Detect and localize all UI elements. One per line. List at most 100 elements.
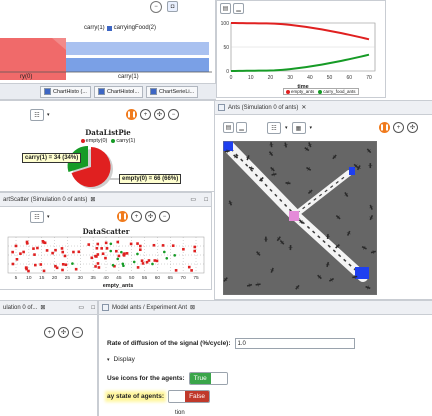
pause-icon[interactable]: ❚❚: [126, 109, 137, 120]
scatter-point: [122, 254, 126, 257]
scatter-point: [173, 254, 177, 257]
layout-icon[interactable]: ▤: [223, 122, 234, 133]
scatter-point: [136, 252, 139, 256]
scatter-point: [96, 253, 100, 256]
ants-window: Ants (Simulation 0 of ants) ✕ ▤ ▁ ☷ ▾ ▦ …: [214, 100, 432, 300]
fit-icon[interactable]: ✣: [407, 122, 418, 133]
maximize-icon[interactable]: □: [91, 305, 95, 311]
fit-icon[interactable]: ✣: [154, 109, 165, 120]
x-tick-label: 60: [347, 75, 353, 81]
display-menu-icon[interactable]: ☷: [30, 109, 44, 121]
zoom-out-icon[interactable]: −: [159, 211, 170, 222]
x-label-carry: carry(1): [118, 74, 139, 80]
chevron-down-icon[interactable]: ▾: [285, 125, 288, 131]
scatter-point: [64, 263, 68, 267]
state-toggle[interactable]: False: [168, 390, 210, 403]
view-icon[interactable]: ▦: [291, 122, 306, 134]
scatter-point: [136, 242, 139, 245]
scatter-point: [125, 252, 129, 255]
scatter-toolbar: ☷ ▾: [30, 211, 50, 223]
icons-label: Use icons for the agents:: [107, 375, 185, 382]
parameters-titlebar: Model ants / Experiment Ant ⊠: [99, 301, 432, 315]
pie-panel: ☷ ▾ ❚❚ + ✣ − DataListPie empty(0) carry(…: [0, 100, 216, 192]
zoom-out-icon[interactable]: −: [150, 1, 162, 13]
scatter-point: [90, 256, 94, 260]
save-icon[interactable]: ▁: [236, 122, 247, 133]
layout-icon[interactable]: ▤: [220, 3, 231, 14]
partial-label: tion: [175, 410, 185, 416]
ants-toolbar: ▤ ▁: [223, 122, 247, 133]
bottom-left-tab[interactable]: ulation 0 of...: [3, 305, 37, 311]
scatter-point: [11, 250, 14, 254]
close-icon[interactable]: ⊠: [90, 196, 95, 203]
minimize-icon[interactable]: ▭: [190, 196, 196, 203]
scatter-point: [104, 256, 107, 260]
maximize-icon[interactable]: □: [204, 197, 208, 203]
nest: [289, 211, 299, 221]
x-tick-label: 15: [39, 275, 45, 281]
tab-chart-histo[interactable]: ChartHisto (...: [40, 85, 91, 98]
x-tick-label: 50: [129, 275, 135, 281]
zoom-in-icon[interactable]: +: [393, 122, 404, 133]
pause-icon[interactable]: ❚❚: [117, 211, 128, 222]
tab-chart-serieli[interactable]: ChartSerieLi...: [146, 85, 199, 98]
layers-icon[interactable]: ☷: [267, 122, 281, 134]
scatter-point: [36, 246, 39, 250]
state-row: ay state of agents: False: [107, 390, 210, 403]
scatter-point: [97, 266, 101, 269]
scatter-point: [163, 250, 166, 254]
snapshot-icon[interactable]: ◘: [167, 1, 178, 12]
minimize-icon[interactable]: ▭: [78, 304, 84, 311]
icons-toggle[interactable]: True: [188, 372, 228, 385]
chevron-down-icon[interactable]: ▾: [310, 125, 313, 131]
zoom-in-icon[interactable]: +: [44, 327, 55, 338]
tab-chart-histoi[interactable]: ChartHistoI...: [93, 85, 144, 98]
pause-icon[interactable]: ❚❚: [379, 122, 390, 133]
fit-icon[interactable]: ✣: [58, 327, 69, 338]
scatter-point: [94, 254, 97, 258]
pie-label-empty: empty(0) = 66 (66%): [119, 174, 182, 184]
scatter-point: [63, 254, 67, 258]
chevron-down-icon[interactable]: ▾: [47, 214, 50, 220]
scatter-point: [140, 259, 144, 263]
parameters-tab[interactable]: Model ants / Experiment Ant: [112, 305, 187, 311]
y-tick-label: 100: [221, 21, 230, 27]
histogram-panel: − ◘ carry(1) carryingFood(2) ry(0) carry…: [0, 0, 216, 84]
close-icon[interactable]: ✕: [301, 104, 306, 111]
close-icon[interactable]: ⊠: [190, 304, 195, 311]
scatter-point: [54, 248, 57, 252]
x-label-empty: ry(0): [20, 74, 33, 80]
scatter-point: [101, 252, 105, 256]
pie-toolbar: ☷ ▾: [30, 109, 50, 121]
display-menu-icon[interactable]: ☷: [30, 211, 44, 223]
chevron-down-icon[interactable]: ▾: [47, 112, 50, 118]
scatter-point: [61, 250, 65, 254]
x-tick-label: 25: [65, 275, 71, 281]
scatter-point: [74, 267, 78, 271]
state-toggle-knob: [169, 391, 186, 402]
zoom-out-icon[interactable]: −: [168, 109, 179, 120]
scatter-point: [60, 247, 64, 250]
diffusion-input[interactable]: 1.0: [234, 338, 355, 349]
ants-window-title: Ants (Simulation 0 of ants): [228, 104, 299, 111]
scatter-point: [45, 249, 49, 252]
close-icon[interactable]: ⊠: [40, 304, 45, 311]
scatter-point: [174, 269, 178, 272]
chevron-down-icon: ▾: [107, 356, 110, 363]
display-section[interactable]: ▾ Display: [107, 356, 135, 363]
diffusion-label: Rate of diffusion of the signal (%/cycle…: [107, 340, 231, 347]
zoom-in-icon[interactable]: +: [140, 109, 151, 120]
zoom-out-icon[interactable]: −: [72, 327, 83, 338]
scatter-point: [61, 268, 64, 272]
scatter-point: [122, 264, 125, 268]
ants-display-menus: ☷ ▾ ▦ ▾: [267, 122, 312, 134]
parameters-icon: [102, 304, 109, 311]
icons-row: Use icons for the agents: True: [107, 372, 228, 385]
ants-grid-display[interactable]: [223, 141, 377, 295]
zoom-in-icon[interactable]: +: [131, 211, 142, 222]
save-icon[interactable]: ▁: [233, 3, 244, 14]
x-tick-label: 45: [116, 275, 122, 281]
fit-icon[interactable]: ✣: [145, 211, 156, 222]
state-toggle-value: False: [185, 391, 209, 402]
series-chart: 1005000 10 20 30 40 50 60 70time: [221, 21, 376, 90]
